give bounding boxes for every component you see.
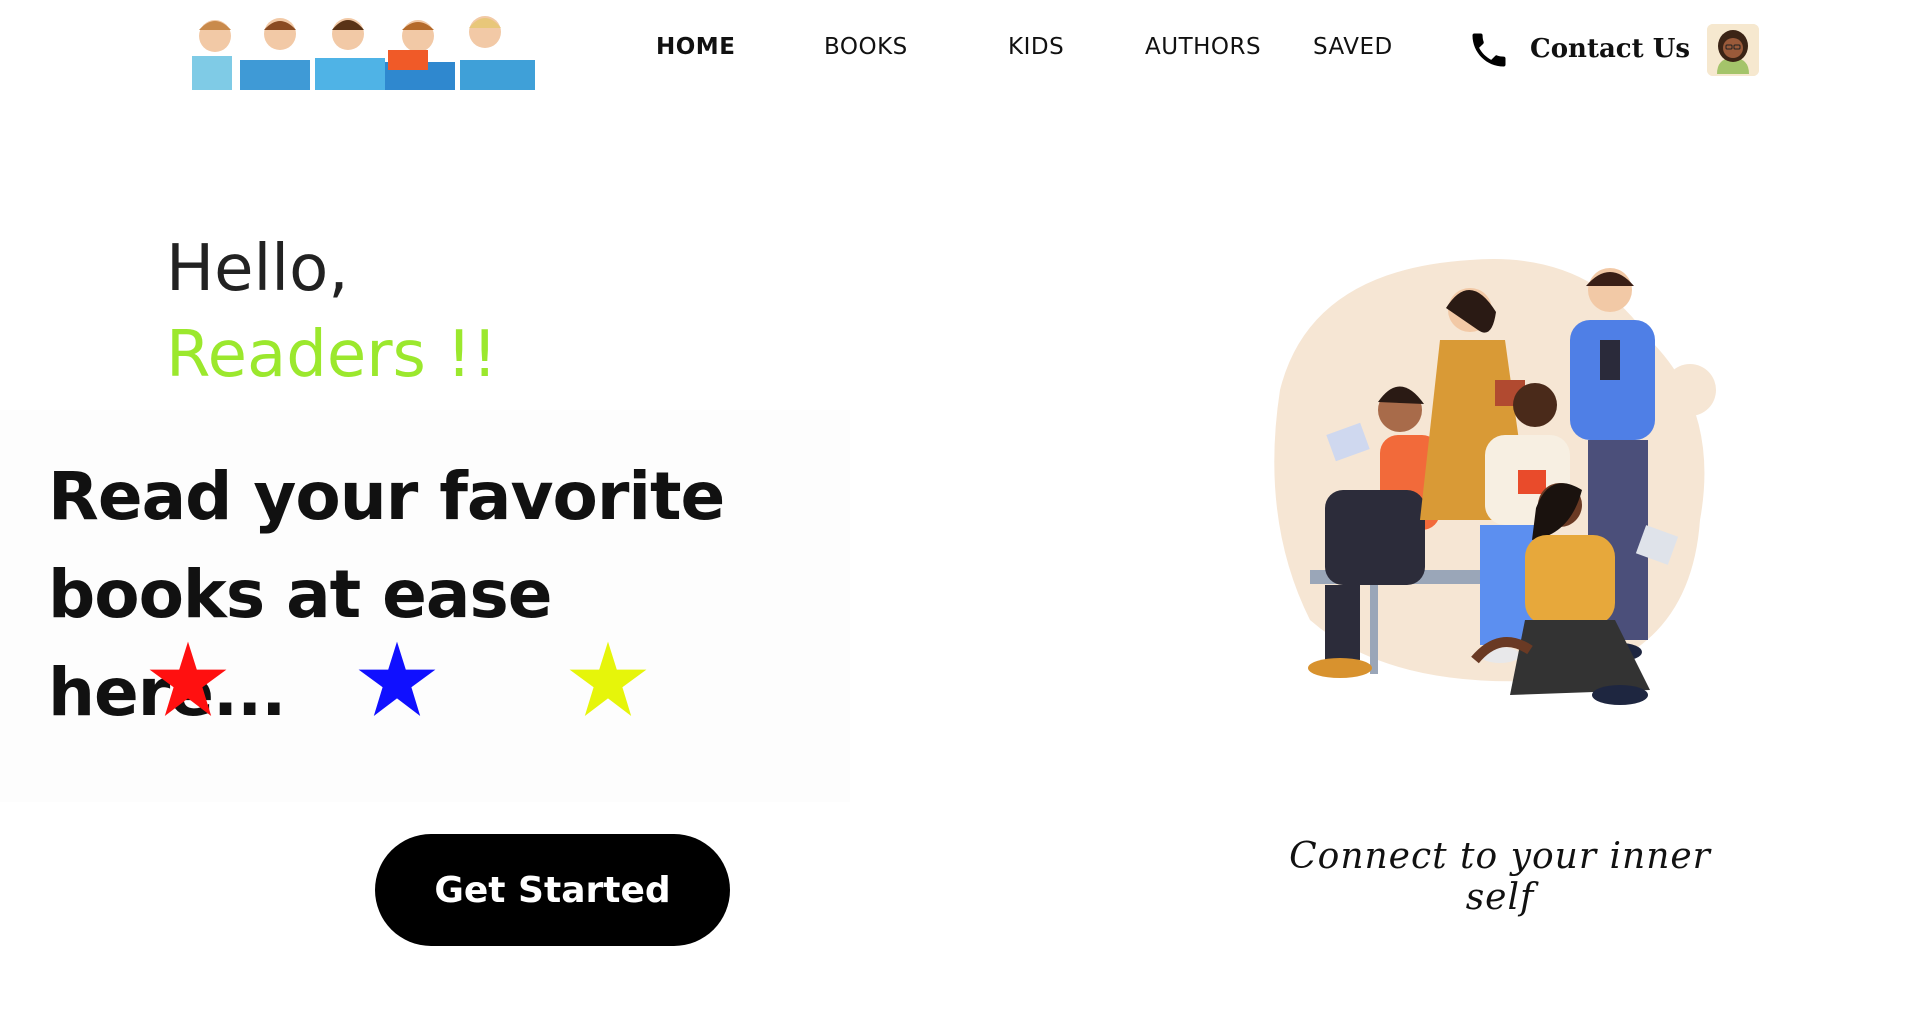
yellow-star-icon — [568, 640, 648, 720]
blue-star-icon — [357, 640, 437, 720]
user-avatar[interactable] — [1707, 24, 1759, 76]
nav-books[interactable]: BOOKS — [824, 34, 908, 60]
nav-authors[interactable]: AUTHORS — [1145, 34, 1261, 60]
readers-illustration — [1270, 190, 1770, 770]
site-logo[interactable] — [190, 8, 535, 90]
tagline-caption: Connect to your inner self — [1289, 836, 1711, 918]
nav-home[interactable]: HOME — [656, 34, 735, 60]
phone-icon[interactable] — [1466, 28, 1512, 72]
greeting-heading: Hello, — [166, 232, 349, 306]
contact-us-link[interactable]: Contact Us — [1530, 34, 1690, 64]
readers-heading: Readers !! — [166, 318, 498, 392]
red-star-icon — [148, 640, 228, 720]
get-started-button[interactable]: Get Started — [375, 834, 730, 946]
nav-saved[interactable]: SAVED — [1313, 34, 1393, 60]
nav-kids[interactable]: KIDS — [1008, 34, 1064, 60]
